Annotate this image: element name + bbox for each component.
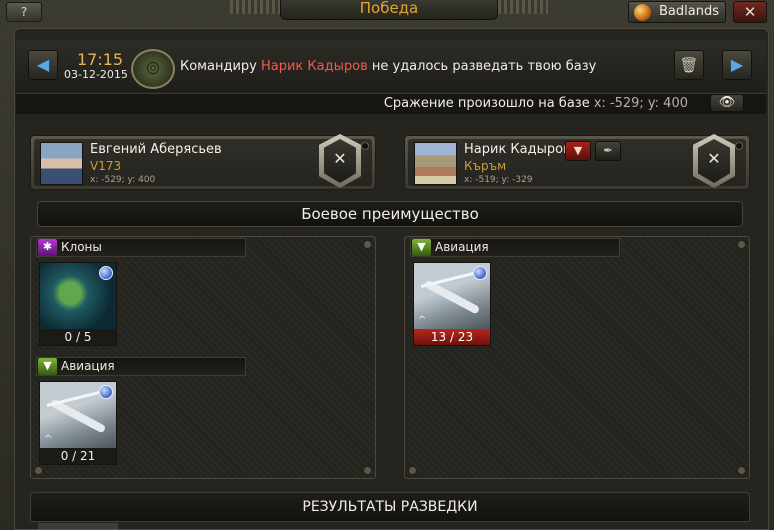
title-decoration-left (230, 0, 280, 14)
corner-rivet-icon (363, 240, 372, 249)
message-suffix: не удалось разведать твою базу (367, 59, 597, 74)
window-title: Победа (280, 0, 498, 20)
title-decoration-right (498, 0, 548, 14)
corner-rivet-icon (737, 466, 746, 475)
globe-icon (99, 385, 113, 399)
chevron-up-icon: ^ (418, 315, 427, 326)
attacker-alliance[interactable]: Къръм (464, 159, 506, 173)
rank-badge-symbol: ✕ (698, 139, 730, 183)
defender-avatar[interactable] (40, 142, 83, 185)
battle-location-row: Сражение произошло на базе x: -529; y: 40… (16, 93, 766, 114)
help-button[interactable]: ? (6, 2, 42, 22)
unit-card[interactable]: ^ 0 / 21 (39, 381, 117, 465)
report-message: Командиру Нарик Кадыров не удалось разве… (180, 59, 596, 74)
server-label: Badlands (659, 4, 719, 19)
corner-rivet-icon (408, 466, 417, 475)
category-label: Авиация (61, 359, 115, 373)
rank-badge-symbol: ✕ (324, 139, 356, 183)
view-base-button[interactable]: 👁 (710, 94, 744, 112)
unit-card[interactable]: 0 / 5 (39, 262, 117, 346)
category-header: ▼ Авиация (410, 238, 620, 257)
results-text-stub (38, 523, 118, 530)
chevron-up-icon: ^ (44, 434, 53, 445)
battle-text: Сражение произошло на базе (383, 96, 590, 111)
close-button[interactable]: ✕ (733, 1, 767, 23)
delete-report-button[interactable]: 🗑 (674, 50, 704, 80)
unit-count: 0 / 21 (40, 448, 116, 464)
attacker-name[interactable]: Нарик Кадыров (464, 142, 571, 157)
server-button[interactable]: Badlands (628, 1, 726, 23)
category-header: ✱ Клоны (36, 238, 246, 257)
attacker-card: Нарик Кадыров Къръм x: -519; y: -329 ▼ ✒… (404, 134, 750, 190)
defender-alliance[interactable]: V173 (90, 159, 121, 173)
report-date: 03-12-2015 (64, 68, 128, 81)
attacker-pin-button[interactable]: ✒ (595, 141, 621, 161)
unit-card[interactable]: ^ 13 / 23 (413, 262, 491, 346)
aviation-icon: ▼ (412, 239, 431, 256)
battle-coordinates: x: -529; y: 400 (593, 96, 688, 111)
attacker-avatar[interactable] (414, 142, 457, 185)
category-label: Авиация (435, 240, 489, 254)
defender-units-panel: ✱ Клоны 0 / 5 ▼ Авиация ^ 0 / 21 (30, 236, 376, 479)
globe-icon (99, 266, 113, 280)
prev-report-button[interactable]: ◀ (28, 50, 58, 80)
corner-rivet-icon (363, 466, 372, 475)
defender-coordinates: x: -529; y: 400 (90, 175, 156, 185)
card-rivet-icon (361, 142, 369, 150)
globe-icon (473, 266, 487, 280)
globe-icon (634, 4, 651, 21)
report-time: 17:15 (77, 50, 124, 69)
unit-count: 13 / 23 (414, 329, 490, 345)
defender-name[interactable]: Евгений Аберясьев (90, 142, 222, 157)
category-header: ▼ Авиация (36, 357, 246, 376)
defender-card: Евгений Аберясьев V173 x: -529; y: 400 ✕ (30, 134, 376, 190)
corner-rivet-icon (34, 466, 43, 475)
card-rivet-icon (735, 142, 743, 150)
scout-results-title: РЕЗУЛЬТАТЫ РАЗВЕДКИ (30, 492, 750, 522)
attacker-name-link[interactable]: Нарик Кадыров (261, 59, 368, 74)
next-report-button[interactable]: ▶ (722, 50, 752, 80)
binoculars-icon: ⊚ (131, 49, 175, 89)
attacker-actions-button[interactable]: ▼ (565, 141, 591, 161)
attacker-units-panel: ▼ Авиация ^ 13 / 23 (404, 236, 750, 479)
corner-rivet-icon (737, 240, 746, 249)
category-label: Клоны (61, 240, 102, 254)
aviation-icon: ▼ (38, 358, 57, 375)
message-prefix: Командиру (180, 59, 261, 74)
unit-count: 0 / 5 (40, 329, 116, 345)
attacker-coordinates: x: -519; y: -329 (464, 175, 533, 185)
clone-icon: ✱ (38, 239, 57, 256)
advantage-title: Боевое преимущество (37, 201, 743, 227)
